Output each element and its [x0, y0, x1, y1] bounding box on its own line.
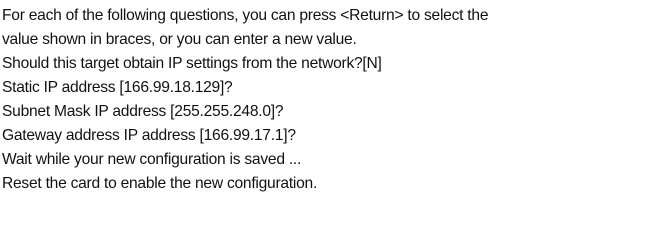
console-line-gateway-prompt: Gateway address IP address [166.99.17.1]… [2, 127, 296, 144]
terminal-output: For each of the following questions, you… [0, 0, 646, 245]
console-line-subnet-mask-prompt: Subnet Mask IP address [255.255.248.0]? [2, 103, 284, 120]
console-line-instructions-2: value shown in braces, or you can enter … [2, 31, 357, 48]
console-line-instructions-1: For each of the following questions, you… [2, 7, 489, 24]
console-line-saving-status: Wait while your new configuration is sav… [2, 151, 302, 168]
console-line-reset-instruction: Reset the card to enable the new configu… [2, 175, 318, 192]
console-line-ip-settings-prompt: Should this target obtain IP settings fr… [2, 55, 382, 72]
console-line-static-ip-prompt: Static IP address [166.99.18.129]? [2, 79, 233, 96]
